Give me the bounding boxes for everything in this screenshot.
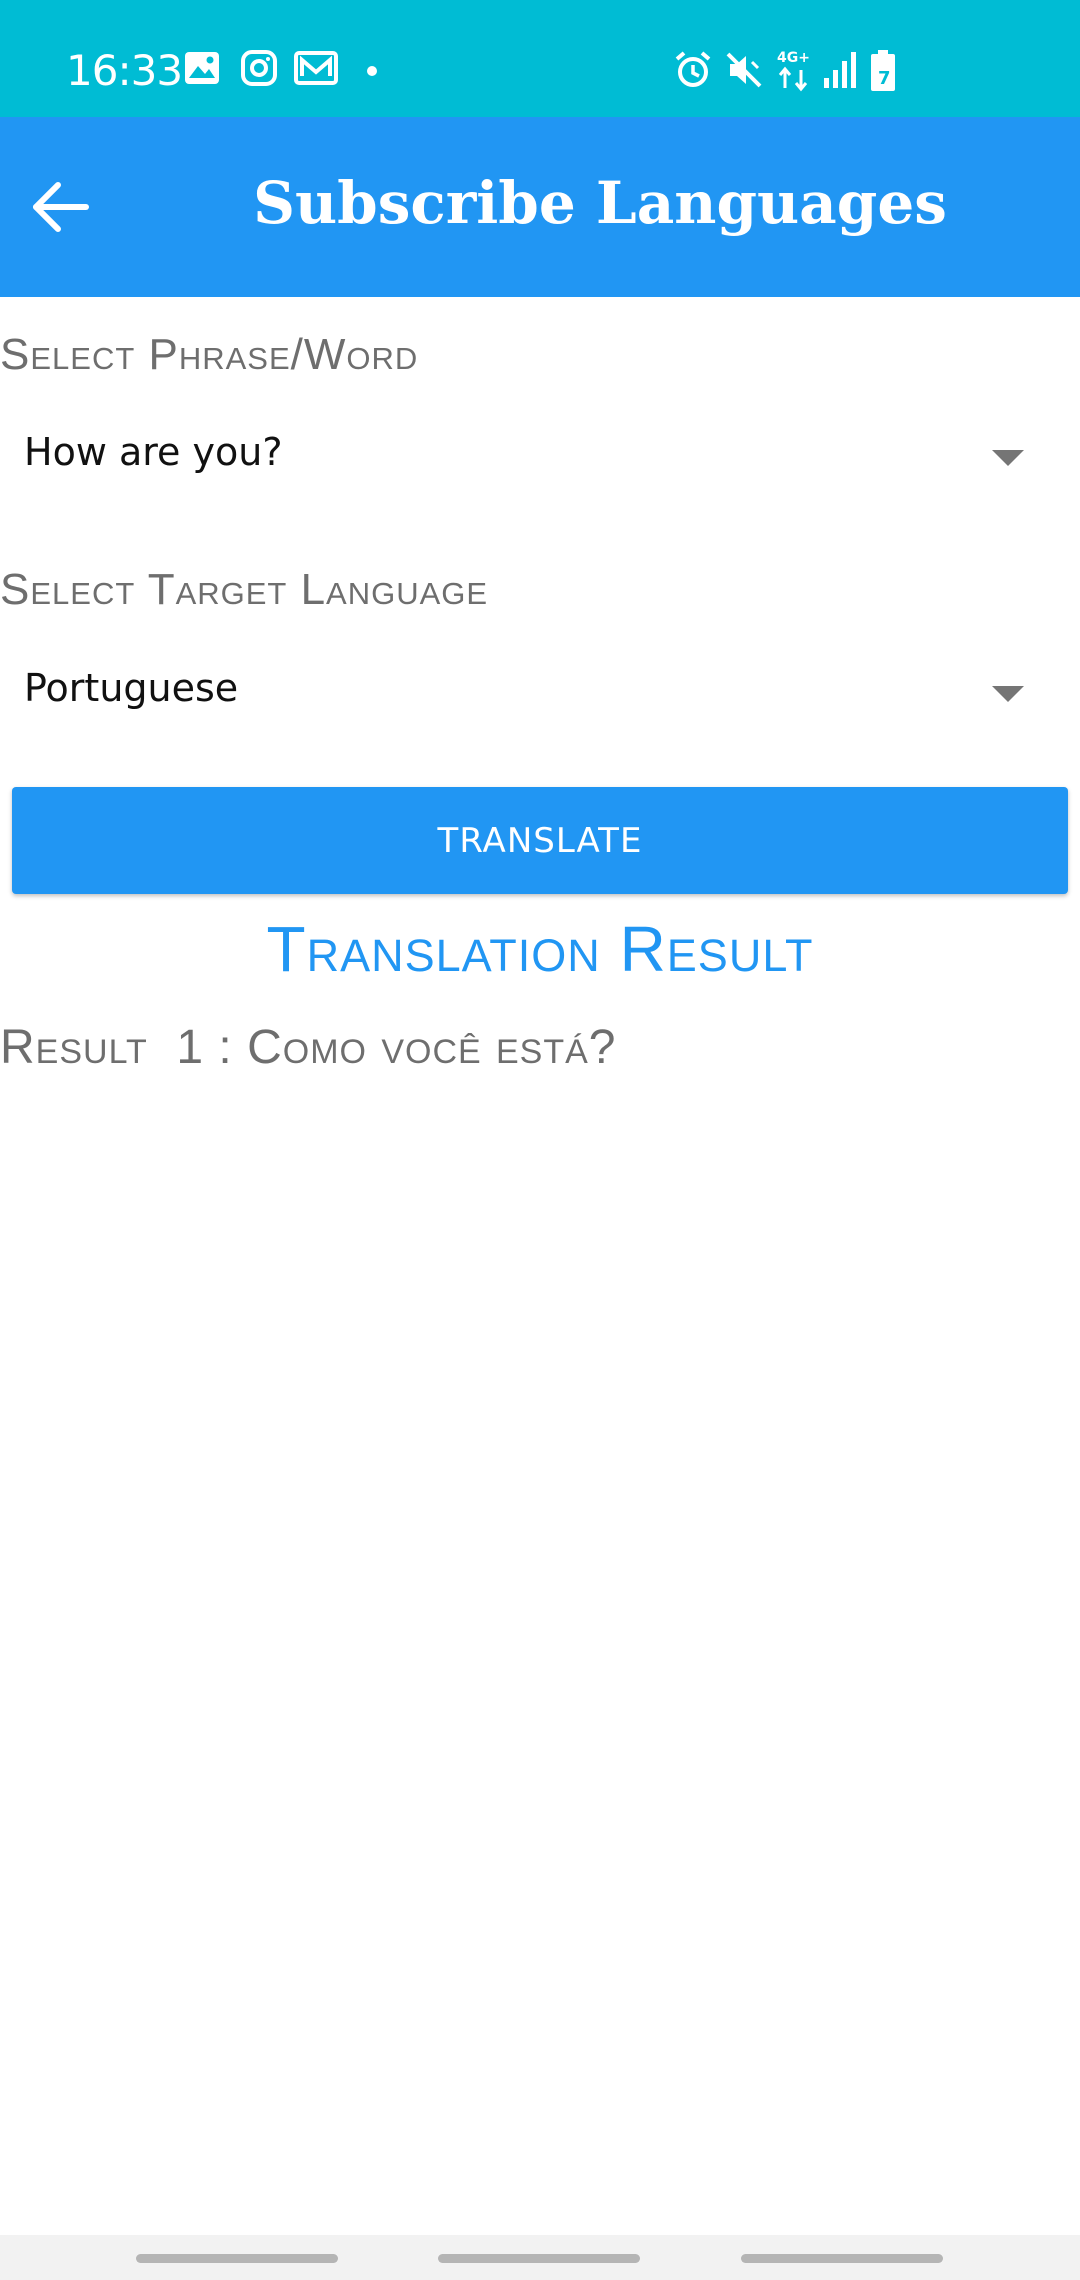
- nav-back-button[interactable]: [741, 2254, 943, 2263]
- signal-icon: [822, 50, 858, 94]
- instagram-icon: [240, 50, 278, 90]
- gallery-icon: [183, 50, 221, 90]
- navigation-bar: [0, 2235, 1080, 2280]
- dropdown-arrow-icon: [992, 450, 1024, 466]
- screen: 16:33 4G+ 7 Subscribe Languages Select P…: [0, 0, 1080, 2280]
- back-button[interactable]: [20, 167, 100, 247]
- vibrate-mute-icon: [724, 50, 764, 94]
- mail-icon: [294, 50, 338, 90]
- battery-level-label: 7: [878, 68, 891, 89]
- language-dropdown[interactable]: Portuguese: [0, 638, 1080, 748]
- status-bar: 16:33 4G+ 7: [0, 0, 1080, 117]
- language-label: Select Target Language: [0, 565, 489, 614]
- dot-icon: [366, 62, 378, 81]
- translate-button[interactable]: TRANSLATE: [12, 787, 1068, 894]
- network-4g-label: 4G+: [777, 50, 810, 66]
- alarm-icon: [673, 50, 713, 94]
- dropdown-arrow-icon: [992, 686, 1024, 702]
- result-line: Result 1 : Como você está?: [0, 1021, 617, 1074]
- phrase-dropdown-value: How are you?: [24, 430, 283, 474]
- nav-recents-button[interactable]: [136, 2254, 338, 2263]
- phrase-dropdown[interactable]: How are you?: [0, 402, 1080, 512]
- app-bar: Subscribe Languages: [0, 117, 1080, 297]
- result-title: Translation Result: [266, 913, 814, 985]
- language-dropdown-value: Portuguese: [24, 666, 239, 710]
- nav-home-button[interactable]: [438, 2254, 640, 2263]
- phrase-label: Select Phrase/Word: [0, 330, 419, 379]
- arrow-back-icon: [33, 182, 89, 232]
- page-title: Subscribe Languages: [253, 169, 947, 237]
- status-time: 16:33: [66, 46, 183, 95]
- network-4g-icon: 4G+: [775, 48, 817, 96]
- battery-icon: 7: [869, 50, 897, 96]
